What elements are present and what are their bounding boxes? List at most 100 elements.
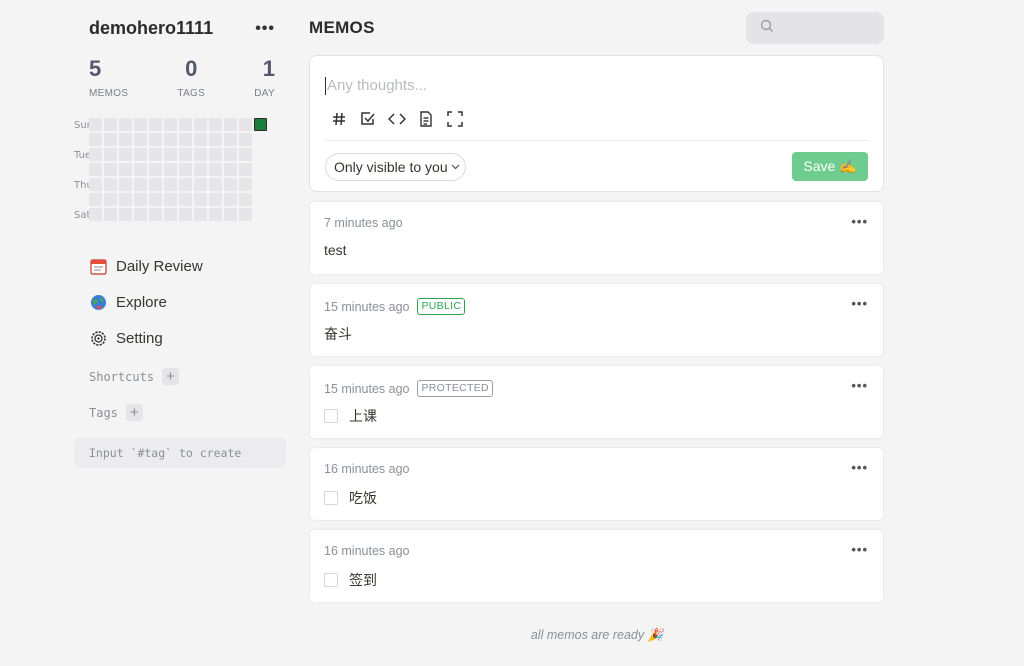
user-more-button[interactable]: ••• bbox=[255, 20, 275, 38]
heatmap-cell[interactable] bbox=[119, 133, 132, 146]
heatmap-cell[interactable] bbox=[119, 193, 132, 206]
heatmap-cell[interactable] bbox=[89, 118, 102, 131]
add-tag-button[interactable]: + bbox=[125, 404, 143, 421]
heatmap-cell[interactable] bbox=[104, 148, 117, 161]
heatmap-cell[interactable] bbox=[119, 148, 132, 161]
heatmap-cell[interactable] bbox=[104, 118, 117, 131]
heatmap-cell[interactable] bbox=[119, 118, 132, 131]
heatmap-cell[interactable] bbox=[149, 133, 162, 146]
heatmap-cell[interactable] bbox=[194, 163, 207, 176]
heatmap-cell[interactable] bbox=[89, 208, 102, 221]
search-input[interactable] bbox=[782, 20, 882, 36]
heatmap-cell[interactable] bbox=[179, 193, 192, 206]
heatmap-cell[interactable] bbox=[104, 178, 117, 191]
heatmap-cell[interactable] bbox=[224, 178, 237, 191]
heatmap-cell[interactable] bbox=[179, 163, 192, 176]
heatmap-cell[interactable] bbox=[209, 163, 222, 176]
todo-checkbox[interactable] bbox=[324, 573, 338, 587]
heatmap-cell[interactable] bbox=[239, 193, 252, 206]
heatmap-cell[interactable] bbox=[164, 133, 177, 146]
heatmap-cell[interactable] bbox=[134, 148, 147, 161]
memo-more-button[interactable]: ••• bbox=[851, 214, 868, 229]
heatmap-cell[interactable] bbox=[164, 163, 177, 176]
nav-explore[interactable]: Explore bbox=[89, 284, 203, 320]
heatmap-cell[interactable] bbox=[209, 193, 222, 206]
heatmap-cell[interactable] bbox=[119, 178, 132, 191]
heatmap-cell[interactable] bbox=[224, 118, 237, 131]
heatmap-cell[interactable] bbox=[194, 208, 207, 221]
heatmap-cell[interactable] bbox=[104, 193, 117, 206]
todo-checkbox[interactable] bbox=[324, 409, 338, 423]
heatmap-cell[interactable] bbox=[104, 133, 117, 146]
heatmap-cell[interactable] bbox=[224, 193, 237, 206]
heatmap-cell[interactable] bbox=[179, 208, 192, 221]
memo-more-button[interactable]: ••• bbox=[851, 542, 868, 557]
nav-setting[interactable]: Setting bbox=[89, 320, 203, 356]
heatmap-cell[interactable] bbox=[149, 148, 162, 161]
memo-more-button[interactable]: ••• bbox=[851, 378, 868, 393]
heatmap-cell[interactable] bbox=[164, 118, 177, 131]
heatmap-cell[interactable] bbox=[194, 178, 207, 191]
heatmap-cell[interactable] bbox=[224, 208, 237, 221]
heatmap-cell[interactable] bbox=[239, 163, 252, 176]
heatmap-cell[interactable] bbox=[149, 118, 162, 131]
heatmap-cell[interactable] bbox=[89, 133, 102, 146]
checkbox-icon[interactable] bbox=[359, 110, 377, 128]
heatmap-cell[interactable] bbox=[164, 208, 177, 221]
heatmap-cell[interactable] bbox=[209, 178, 222, 191]
heatmap-cell[interactable] bbox=[239, 208, 252, 221]
heatmap-cell[interactable] bbox=[179, 178, 192, 191]
heatmap-cell[interactable] bbox=[89, 178, 102, 191]
heatmap-cell[interactable] bbox=[164, 148, 177, 161]
heatmap-cell[interactable] bbox=[134, 133, 147, 146]
heatmap-cell[interactable] bbox=[164, 178, 177, 191]
heatmap-cell[interactable] bbox=[119, 163, 132, 176]
heatmap-cell[interactable] bbox=[89, 193, 102, 206]
heatmap-cell[interactable] bbox=[89, 148, 102, 161]
heatmap-cell[interactable] bbox=[149, 193, 162, 206]
heatmap-cell[interactable] bbox=[224, 148, 237, 161]
heatmap-cell[interactable] bbox=[239, 118, 252, 131]
code-icon[interactable] bbox=[388, 110, 406, 128]
heatmap-cell[interactable] bbox=[194, 148, 207, 161]
visibility-select[interactable]: Only visible to you bbox=[325, 153, 466, 181]
heatmap-cell[interactable] bbox=[239, 148, 252, 161]
heatmap-cell[interactable] bbox=[104, 163, 117, 176]
hash-icon[interactable] bbox=[330, 110, 348, 128]
heatmap-cell[interactable] bbox=[209, 148, 222, 161]
save-button[interactable]: Save ✍️ bbox=[792, 152, 868, 181]
memo-more-button[interactable]: ••• bbox=[851, 296, 868, 311]
nav-daily-review[interactable]: Daily Review bbox=[89, 248, 203, 284]
todo-checkbox[interactable] bbox=[324, 491, 338, 505]
heatmap-cell[interactable] bbox=[179, 148, 192, 161]
heatmap-cell[interactable] bbox=[179, 133, 192, 146]
heatmap-cell[interactable] bbox=[119, 208, 132, 221]
heatmap-cell[interactable] bbox=[224, 133, 237, 146]
heatmap-cell[interactable] bbox=[209, 133, 222, 146]
heatmap-cell[interactable] bbox=[239, 178, 252, 191]
heatmap-cell[interactable] bbox=[224, 163, 237, 176]
heatmap-cell[interactable] bbox=[194, 193, 207, 206]
heatmap-cell[interactable] bbox=[209, 208, 222, 221]
username[interactable]: demohero1111 bbox=[89, 18, 213, 39]
file-icon[interactable] bbox=[417, 110, 435, 128]
heatmap-cell[interactable] bbox=[104, 208, 117, 221]
heatmap-cell[interactable] bbox=[164, 193, 177, 206]
heatmap-cell[interactable] bbox=[194, 118, 207, 131]
heatmap-cell[interactable] bbox=[134, 208, 147, 221]
heatmap-cell[interactable] bbox=[209, 118, 222, 131]
memo-more-button[interactable]: ••• bbox=[851, 460, 868, 475]
heatmap-cell[interactable] bbox=[134, 163, 147, 176]
add-shortcut-button[interactable]: + bbox=[162, 368, 180, 385]
heatmap-cell[interactable] bbox=[194, 133, 207, 146]
heatmap-cell[interactable] bbox=[149, 208, 162, 221]
heatmap-cell[interactable] bbox=[149, 163, 162, 176]
heatmap-cell-today[interactable] bbox=[254, 118, 267, 131]
heatmap-cell[interactable] bbox=[179, 118, 192, 131]
heatmap-cell[interactable] bbox=[239, 133, 252, 146]
heatmap-cell[interactable] bbox=[134, 193, 147, 206]
editor-input[interactable]: Any thoughts... bbox=[325, 77, 427, 95]
fullscreen-icon[interactable] bbox=[446, 110, 464, 128]
heatmap-cell[interactable] bbox=[134, 118, 147, 131]
heatmap-cell[interactable] bbox=[89, 163, 102, 176]
